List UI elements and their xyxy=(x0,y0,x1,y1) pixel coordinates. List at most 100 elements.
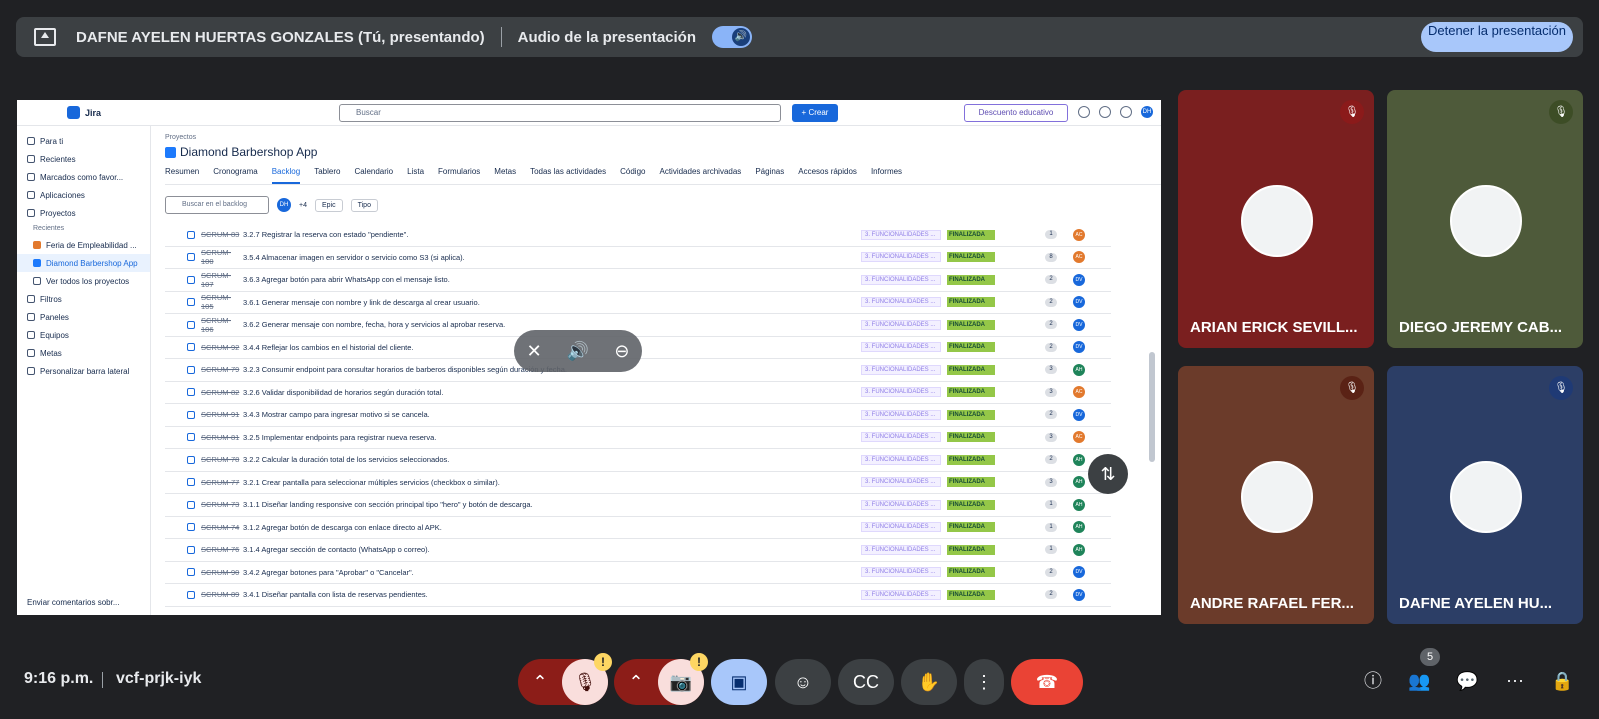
assignee-avatar[interactable]: DV xyxy=(1073,273,1085,286)
chevron-up-icon[interactable]: ⌃ xyxy=(518,672,562,693)
status-badge[interactable]: FINALIZADA xyxy=(947,229,995,240)
backlog-row[interactable]: SCRUM-106 3.6.2 Generar mensaje con nombr… xyxy=(165,314,1111,337)
tab-resumen[interactable]: Resumen xyxy=(165,167,199,184)
create-button[interactable]: + Crear xyxy=(792,104,838,122)
checkbox-icon[interactable] xyxy=(187,298,195,307)
host-controls-icon[interactable]: 🔒 xyxy=(1551,670,1573,692)
checkbox-icon[interactable] xyxy=(187,410,195,419)
checkbox-icon[interactable] xyxy=(187,253,195,262)
issue-key[interactable]: SCRUM-82 xyxy=(201,388,243,397)
assignee-avatar[interactable]: DV xyxy=(1073,318,1085,331)
status-badge[interactable]: FINALIZADA xyxy=(947,252,995,263)
assignee-avatar[interactable]: AH xyxy=(1073,498,1085,511)
epic-badge[interactable]: 3. FUNCIONALIDADES ... xyxy=(861,454,941,465)
assignee-avatar[interactable]: AH xyxy=(1073,453,1085,466)
status-badge[interactable]: FINALIZADA xyxy=(947,297,995,308)
epic-badge[interactable]: 3. FUNCIONALIDADES ... xyxy=(861,252,941,263)
backlog-row[interactable]: SCRUM-77 3.2.1 Crear pantalla para selecc… xyxy=(165,472,1111,494)
tab-accesos-rápidos[interactable]: Accesos rápidos xyxy=(798,167,857,184)
checkbox-icon[interactable] xyxy=(187,500,195,509)
edu-discount-button[interactable]: Descuento educativo xyxy=(964,104,1068,122)
tab-tablero[interactable]: Tablero xyxy=(314,167,340,184)
epic-badge[interactable]: 3. FUNCIONALIDADES ... xyxy=(861,589,941,600)
checkbox-icon[interactable] xyxy=(187,523,195,532)
raise-hand-button[interactable]: ✋ xyxy=(901,659,957,705)
participant-tile[interactable]: 🎙 ARIAN ERICK SEVILL... xyxy=(1178,90,1374,348)
issue-key[interactable]: SCRUM-106 xyxy=(201,316,243,334)
epic-badge[interactable]: 3. FUNCIONALIDADES ... xyxy=(861,274,941,285)
issue-key[interactable]: SCRUM-77 xyxy=(201,478,243,487)
backlog-row[interactable]: SCRUM-83 3.2.7 Registrar la reserva con e… xyxy=(165,224,1111,247)
send-feedback-button[interactable]: Enviar comentarios sobr... xyxy=(27,598,119,607)
epic-badge[interactable]: 3. FUNCIONALIDADES ... xyxy=(861,522,941,533)
participant-tile[interactable]: 🎙 DIEGO JEREMY CAB... xyxy=(1387,90,1583,348)
sidebar-item-recientes[interactable]: Recientes xyxy=(17,150,150,168)
backlog-row[interactable]: SCRUM-76 3.1.4 Agregar sección de contact… xyxy=(165,539,1111,562)
status-badge[interactable]: FINALIZADA xyxy=(947,387,995,398)
checkbox-icon[interactable] xyxy=(187,590,195,599)
status-badge[interactable]: FINALIZADA xyxy=(947,499,995,510)
checkbox-icon[interactable] xyxy=(187,388,195,397)
tab-informes[interactable]: Informes xyxy=(871,167,902,184)
backlog-row[interactable]: SCRUM-81 3.2.5 Implementar endpoints para… xyxy=(165,427,1111,449)
present-button[interactable]: ▣ xyxy=(711,659,767,705)
checkbox-icon[interactable] xyxy=(187,343,195,352)
status-badge[interactable]: FINALIZADA xyxy=(947,567,995,578)
checkbox-icon[interactable] xyxy=(187,320,195,329)
issue-key[interactable]: SCRUM-73 xyxy=(201,500,243,509)
status-badge[interactable]: FINALIZADA xyxy=(947,544,995,555)
tab-cronograma[interactable]: Cronograma xyxy=(213,167,257,184)
epic-badge[interactable]: 3. FUNCIONALIDADES ... xyxy=(861,567,941,578)
breadcrumb[interactable]: Proyectos xyxy=(165,134,1161,141)
presentation-audio-toggle[interactable]: 🔊 xyxy=(712,26,753,48)
backlog-row[interactable]: SCRUM-105 3.6.1 Generar mensaje con nombr… xyxy=(165,292,1111,314)
epic-badge[interactable]: 3. FUNCIONALIDADES ... xyxy=(861,409,941,420)
backlog-row[interactable]: SCRUM-82 3.2.6 Validar disponibilidad de … xyxy=(165,382,1111,404)
jira-search-input[interactable]: Buscar xyxy=(339,104,781,122)
help-icon[interactable] xyxy=(1099,106,1111,118)
more-options-button[interactable]: ⋮ xyxy=(964,659,1004,705)
minimize-icon[interactable]: ⊖ xyxy=(614,341,629,362)
sidebar-see-all-projects[interactable]: Ver todos los proyectos xyxy=(17,272,150,290)
status-badge[interactable]: FINALIZADA xyxy=(947,454,995,465)
status-badge[interactable]: FINALIZADA xyxy=(947,477,995,488)
tab-metas[interactable]: Metas xyxy=(494,167,516,184)
issue-key[interactable]: SCRUM-79 xyxy=(201,365,243,374)
backlog-row[interactable]: SCRUM-89 3.4.1 Diseñar pantalla con lista… xyxy=(165,584,1111,607)
stop-presenting-button[interactable]: Detener la presentación xyxy=(1421,22,1573,52)
unpin-icon[interactable]: ✕ xyxy=(527,341,542,362)
backlog-row[interactable]: SCRUM-73 3.1.1 Diseñar landing responsive… xyxy=(165,494,1111,517)
status-badge[interactable]: FINALIZADA xyxy=(947,342,995,353)
status-badge[interactable]: FINALIZADA xyxy=(947,432,995,443)
activities-icon[interactable]: ⋯ xyxy=(1504,670,1526,692)
issue-key[interactable]: SCRUM-81 xyxy=(201,433,243,442)
epic-badge[interactable]: 3. FUNCIONALIDADES ... xyxy=(861,319,941,330)
volume-icon[interactable]: 🔊 xyxy=(567,341,589,362)
chat-icon[interactable]: 💬 xyxy=(1456,670,1478,692)
status-badge[interactable]: FINALIZADA xyxy=(947,522,995,533)
checkbox-icon[interactable] xyxy=(187,275,195,284)
swap-layout-button[interactable]: ⇅ xyxy=(1088,454,1128,494)
info-icon[interactable]: ⓘ xyxy=(1362,670,1384,692)
status-badge[interactable]: FINALIZADA xyxy=(947,589,995,600)
sidebar-item-equipos[interactable]: Equipos xyxy=(17,326,150,344)
assignee-avatar[interactable]: AH xyxy=(1073,543,1085,556)
status-badge[interactable]: FINALIZADA xyxy=(947,319,995,330)
tab-código[interactable]: Código xyxy=(620,167,645,184)
backlog-row[interactable]: SCRUM-107 3.6.3 Agregar botón para abrir … xyxy=(165,269,1111,292)
chevron-up-icon[interactable]: ⌃ xyxy=(614,672,658,693)
notifications-icon[interactable] xyxy=(1078,106,1090,118)
sidebar-item-metas[interactable]: Metas xyxy=(17,344,150,362)
sidebar-item-filtros[interactable]: Filtros xyxy=(17,290,150,308)
epic-badge[interactable]: 3. FUNCIONALIDADES ... xyxy=(861,364,941,375)
participant-tile[interactable]: 🎙 ANDRE RAFAEL FER... xyxy=(1178,366,1374,624)
backlog-row[interactable]: SCRUM-78 3.2.2 Calcular la duración total… xyxy=(165,449,1111,472)
reactions-button[interactable]: ☺ xyxy=(775,659,831,705)
status-badge[interactable]: FINALIZADA xyxy=(947,274,995,285)
issue-key[interactable]: SCRUM-92 xyxy=(201,343,243,352)
sidebar-item-favoritos[interactable]: Marcados como favor... xyxy=(17,168,150,186)
checkbox-icon[interactable] xyxy=(187,365,195,374)
backlog-row[interactable]: SCRUM-74 3.1.2 Agregar botón de descarga … xyxy=(165,517,1111,539)
filter-more-avatars[interactable]: +4 xyxy=(299,202,307,209)
epic-badge[interactable]: 3. FUNCIONALIDADES ... xyxy=(861,297,941,308)
